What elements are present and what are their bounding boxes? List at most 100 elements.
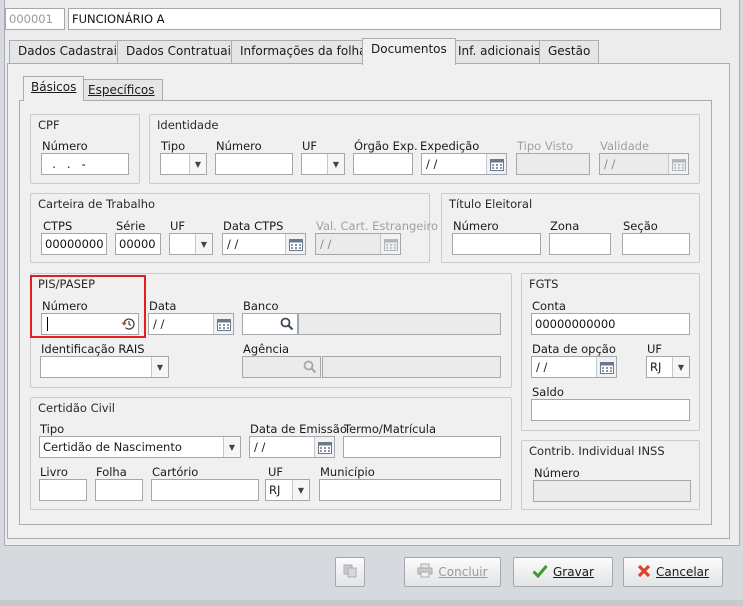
tab-dados-cadastrais[interactable]: Dados Cadastrais (9, 40, 133, 63)
field-label: Número (453, 219, 499, 233)
certidao-uf-select[interactable]: RJ ▼ (265, 479, 310, 501)
certidao-folha-field[interactable] (95, 479, 143, 501)
search-icon[interactable] (277, 314, 297, 334)
tab-documentos[interactable]: Documentos (362, 38, 456, 65)
select-value: Certidão de Nascimento (43, 440, 182, 454)
calendar-icon[interactable] (314, 437, 334, 457)
tab-label: Dados Contratuais (126, 44, 238, 58)
pis-rais-select[interactable]: ▼ (40, 356, 169, 378)
ctps-numero-field[interactable] (41, 233, 107, 255)
ctps-uf-select[interactable]: ▼ (169, 233, 213, 255)
field-label: Número (534, 466, 580, 480)
chevron-down-icon: ▼ (327, 154, 344, 174)
ctps-serie-field[interactable] (115, 233, 161, 255)
identidade-uf-select[interactable]: ▼ (301, 153, 345, 175)
field-label: Data de Emissão (250, 422, 347, 436)
copy-icon (342, 563, 358, 582)
field-label: UF (268, 465, 284, 479)
employee-code-field[interactable] (5, 8, 65, 30)
chevron-down-icon: ▼ (223, 437, 240, 457)
certidao-municipio-field[interactable] (319, 479, 501, 501)
chevron-down-icon: ▼ (672, 357, 689, 377)
employee-name-field[interactable] (68, 8, 721, 30)
identidade-expedicao-date[interactable]: / / (421, 153, 507, 175)
button-label: Concluir (438, 565, 488, 579)
tab-label: Gestão (548, 44, 591, 58)
tab-gestao[interactable]: Gestão (539, 40, 600, 63)
ctps-val-estrangeiro-date: / / (315, 233, 401, 255)
subtab-label: Específicos (88, 83, 155, 97)
history-icon[interactable] (118, 314, 138, 334)
titulo-numero-field[interactable] (452, 233, 541, 255)
field-label: Número (216, 139, 262, 153)
calendar-icon[interactable] (596, 357, 616, 377)
titulo-zona-field[interactable] (549, 233, 611, 255)
concluir-button[interactable]: Concluir (404, 557, 501, 587)
ctps-data-date[interactable]: / / (222, 233, 306, 255)
inss-numero-field (533, 480, 691, 502)
close-icon (637, 564, 651, 581)
field-label: Termo/Matrícula (344, 422, 437, 436)
fgts-uf-select[interactable]: RJ ▼ (646, 356, 690, 378)
certidao-livro-field[interactable] (39, 479, 87, 501)
date-value: / / (320, 237, 332, 251)
certidao-termo-field[interactable] (343, 436, 501, 458)
identidade-orgao-field[interactable] (353, 153, 413, 175)
calendar-icon[interactable] (213, 314, 233, 334)
pis-data-date[interactable]: / / (148, 313, 234, 335)
field-label: Zona (550, 219, 580, 233)
field-label: Validade (600, 139, 650, 153)
field-label: Identificação RAIS (41, 342, 145, 356)
field-label: Data CTPS (223, 219, 284, 233)
date-value: / / (254, 440, 266, 454)
cpf-numero-field[interactable] (41, 153, 129, 175)
field-label: Conta (532, 299, 566, 313)
field-label: Expedição (420, 139, 480, 153)
pis-banco-field[interactable] (242, 313, 298, 335)
field-label: Agência (243, 342, 290, 356)
group-title: Certidão Civil (38, 401, 115, 415)
chevron-down-icon: ▼ (151, 357, 168, 377)
calendar-icon[interactable] (486, 154, 506, 174)
identidade-numero-field[interactable] (215, 153, 293, 175)
field-label: Saldo (532, 385, 564, 399)
group-title: Carteira de Trabalho (38, 197, 156, 211)
gravar-button[interactable]: Gravar (513, 557, 613, 587)
tab-dados-contratuais[interactable]: Dados Contratuais (117, 40, 247, 63)
subtab-basicos[interactable]: Básicos (23, 76, 85, 101)
cancelar-button[interactable]: Cancelar (623, 557, 723, 587)
certidao-tipo-select[interactable]: Certidão de Nascimento ▼ (39, 436, 241, 458)
field-label: Data de opção (532, 342, 616, 356)
subtab-especificos[interactable]: Específicos (80, 79, 163, 101)
copy-button[interactable] (335, 557, 365, 587)
certidao-emissao-date[interactable]: / / (249, 436, 335, 458)
fgts-saldo-field[interactable] (531, 399, 690, 421)
select-value: RJ (269, 483, 281, 497)
field-label: Banco (243, 299, 279, 313)
certidao-cartorio-field[interactable] (151, 479, 259, 501)
titulo-secao-field[interactable] (622, 233, 690, 255)
fgts-conta-field[interactable] (531, 313, 690, 335)
group-title: FGTS (529, 277, 559, 291)
field-label: UF (170, 219, 186, 233)
field-label: Tipo (40, 422, 65, 436)
group-title: Contrib. Individual INSS (529, 444, 665, 458)
calendar-icon (380, 234, 400, 254)
subtab-label: Básicos (31, 80, 77, 94)
chevron-down-icon: ▼ (189, 154, 206, 174)
date-value: / / (426, 157, 438, 171)
group-title: CPF (38, 118, 60, 132)
field-label: Seção (623, 219, 658, 233)
identidade-tipo-select[interactable]: ▼ (160, 153, 207, 175)
calendar-icon[interactable] (285, 234, 305, 254)
field-label: Tipo (161, 139, 186, 153)
fgts-data-opcao-date[interactable]: / / (531, 356, 617, 378)
field-label: Município (320, 465, 375, 479)
field-label: Data (149, 299, 177, 313)
tab-informacoes-folha[interactable]: Informações da folha (231, 40, 376, 63)
date-value: / / (153, 317, 165, 331)
pis-numero-field[interactable] (41, 313, 139, 335)
field-label: UF (302, 139, 318, 153)
field-label: Cartório (152, 465, 199, 479)
tab-inf-adicionais[interactable]: Inf. adicionais (449, 40, 550, 63)
